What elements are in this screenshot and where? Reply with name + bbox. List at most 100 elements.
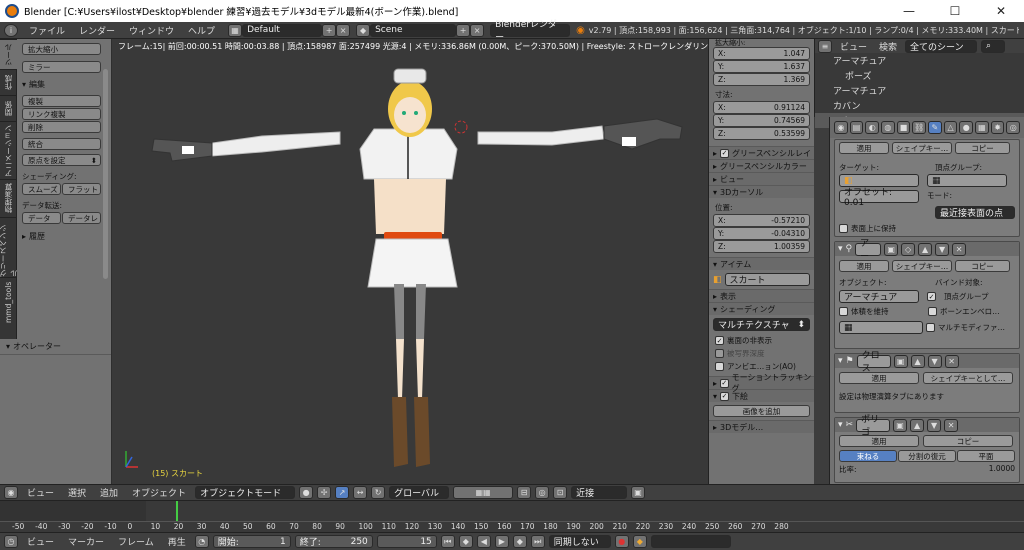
tab-physics[interactable]: 物理演算 xyxy=(0,179,17,217)
copy-button[interactable]: コピー xyxy=(923,435,1013,447)
remove-modifier-icon[interactable]: ✕ xyxy=(952,242,967,256)
outliner-item[interactable]: アーマチュア xyxy=(815,83,1024,98)
ratio-value[interactable]: 1.0000 xyxy=(989,464,1015,475)
3d-cursor-icon[interactable] xyxy=(454,120,468,134)
jump-start-icon[interactable]: ⏮ xyxy=(440,535,455,548)
proportional-edit-icon[interactable]: ◎ xyxy=(535,486,550,499)
duplicate-button[interactable]: 複製 xyxy=(22,95,101,107)
tab-relations[interactable]: 関係 xyxy=(0,95,17,121)
modifier-name-field[interactable]: クロス xyxy=(856,351,891,374)
maximize-button[interactable]: ☐ xyxy=(932,0,978,22)
armature-vgroup-field[interactable]: ▦ xyxy=(839,321,923,334)
tab-grease-pencil[interactable]: グリースペンシル xyxy=(0,217,19,277)
apply-button[interactable]: 適用 xyxy=(839,142,889,154)
tool-shelf-scrollbar[interactable] xyxy=(103,69,108,279)
shapekey-button[interactable]: シェイプキー… xyxy=(892,142,952,154)
menu-help[interactable]: ヘルプ xyxy=(181,24,222,37)
shapekey-button[interactable]: シェイプキー… xyxy=(892,260,952,272)
display-mode-icon[interactable]: ▣ xyxy=(884,242,899,256)
data-transfer-button[interactable]: データ xyxy=(22,212,61,224)
object-tab-icon[interactable]: ■ xyxy=(896,121,911,134)
menu-render[interactable]: レンダー xyxy=(72,24,122,37)
play-reverse-icon[interactable]: ◀ xyxy=(476,535,491,548)
planar-mode-tab[interactable]: 平面 xyxy=(957,450,1015,462)
transform-orientation-select[interactable]: グローバル xyxy=(389,486,450,499)
gp-layers-checkbox[interactable]: ✓ xyxy=(720,148,730,158)
keying-set-field[interactable] xyxy=(650,535,731,548)
menu-frame[interactable]: フレーム xyxy=(113,535,159,548)
mode-select[interactable]: オブジェクトモード xyxy=(195,486,296,499)
manipulator-icon[interactable]: ↗ xyxy=(335,486,350,499)
move-down-icon[interactable]: ▼ xyxy=(927,354,942,368)
render-engine-select[interactable]: Blenderレンダー xyxy=(490,20,571,43)
jump-keyframe-forward-icon[interactable]: ◆ xyxy=(512,535,527,548)
dim-y-field[interactable]: Y: 0.74569 xyxy=(713,114,810,127)
multi-modifier-checkbox[interactable] xyxy=(926,323,935,332)
layout-grid-icon[interactable]: ▦ xyxy=(228,23,243,37)
modifier-wrench-icon[interactable]: ✎ xyxy=(928,121,942,134)
scene-add-icon[interactable]: + xyxy=(456,23,471,37)
dim-x-field[interactable]: X: 0.91124 xyxy=(713,101,810,114)
duplicate-linked-button[interactable]: リンク複製 xyxy=(22,108,101,120)
item-name-field[interactable]: スカート xyxy=(724,273,810,286)
dim-z-field[interactable]: Z: 0.53599 xyxy=(713,127,810,140)
remove-modifier-icon[interactable]: ✕ xyxy=(944,418,959,432)
edit-panel-header[interactable]: ▾ 編集 xyxy=(22,79,101,90)
apply-button[interactable]: 適用 xyxy=(839,260,889,272)
outliner-item[interactable]: アーマチュア xyxy=(815,53,1024,68)
layout-field[interactable]: Default xyxy=(242,23,323,37)
material-tab-icon[interactable]: ● xyxy=(959,121,974,134)
pivot-point-icon[interactable]: ✢ xyxy=(317,486,332,499)
translate-icon[interactable]: ↔ xyxy=(353,486,368,499)
snap-icon[interactable]: ⊡ xyxy=(553,486,568,499)
move-up-icon[interactable]: ▲ xyxy=(910,354,925,368)
apply-button[interactable]: 適用 xyxy=(839,372,919,384)
move-up-icon[interactable]: ▲ xyxy=(918,242,933,256)
close-button[interactable]: ✕ xyxy=(978,0,1024,22)
cursor-x-field[interactable]: X: -0.57210 xyxy=(713,214,810,227)
cursor-y-field[interactable]: Y: -0.04310 xyxy=(713,227,810,240)
tab-tools[interactable]: ツール xyxy=(0,39,17,69)
layers-grid-icon[interactable]: ▦▦ xyxy=(453,486,514,499)
lock-icon[interactable]: ⊟ xyxy=(517,486,532,499)
jump-keyframe-back-icon[interactable]: ◆ xyxy=(458,535,473,548)
tab-create[interactable]: 作成 xyxy=(0,69,17,95)
outliner-item[interactable]: ポーズ xyxy=(815,68,1024,83)
operator-panel-header[interactable]: ▾ オペレーター xyxy=(0,339,111,355)
render-preview-icon[interactable]: ▣ xyxy=(631,486,646,499)
display-panel[interactable]: ▸ 表示 xyxy=(709,289,814,302)
scale-y-field[interactable]: Y: 1.637 xyxy=(713,60,810,73)
display-mode-icon[interactable]: ▣ xyxy=(893,354,908,368)
timeline[interactable]: -50 -40 -30 -20 -10 0 10 20 30 40 50 60 70 80 90 100 110… xyxy=(0,500,1024,532)
record-icon[interactable]: ● xyxy=(614,535,629,548)
modifier-name-field[interactable]: アー xyxy=(855,239,882,262)
layout-add-icon[interactable]: + xyxy=(322,23,337,37)
vgroup-bind-checkbox[interactable]: ✓ xyxy=(927,292,936,301)
current-frame-marker[interactable] xyxy=(176,501,178,522)
preserve-volume-checkbox[interactable] xyxy=(839,307,848,316)
add-image-button[interactable]: 画像を追加 xyxy=(713,405,810,417)
apply-button[interactable]: 適用 xyxy=(839,435,919,447)
start-frame-field[interactable]: 開始: 1 xyxy=(212,535,291,548)
collapse-mode-tab[interactable]: 束ねる xyxy=(839,450,897,462)
motion-tracking-checkbox[interactable]: ✓ xyxy=(720,378,729,388)
outliner-menu-view[interactable]: ビュー xyxy=(836,40,871,53)
editor-type-icon[interactable]: ◷ xyxy=(4,535,18,548)
cursor-z-field[interactable]: Z: 1.00359 xyxy=(713,240,810,253)
modifier-name-field[interactable]: ポリゴ xyxy=(856,415,891,438)
keying-set-icon[interactable]: ◆ xyxy=(632,535,647,548)
menu-view[interactable]: ビュー xyxy=(22,535,59,548)
shade-flat-button[interactable]: フラット xyxy=(62,183,101,195)
backface-checkbox[interactable]: ✓ xyxy=(715,336,724,345)
move-up-icon[interactable]: ▲ xyxy=(910,418,925,432)
shading-panel[interactable]: ▾ シェーディング xyxy=(709,302,814,315)
gp-layers-panel[interactable]: ▸ ✓ グリースペンシルレイ xyxy=(709,146,814,159)
menu-select[interactable]: 選択 xyxy=(63,486,91,499)
3d-model-panel[interactable]: ▸ 3Dモデル… xyxy=(709,420,814,433)
history-panel-header[interactable]: ▸ 履歴 xyxy=(22,231,101,242)
menu-add[interactable]: 追加 xyxy=(95,486,123,499)
menu-marker[interactable]: マーカー xyxy=(63,535,109,548)
search-icon[interactable]: ⌕ xyxy=(981,39,1006,53)
outliner-display-select[interactable]: 全てのシーン xyxy=(905,39,978,53)
ao-checkbox[interactable] xyxy=(715,362,724,371)
